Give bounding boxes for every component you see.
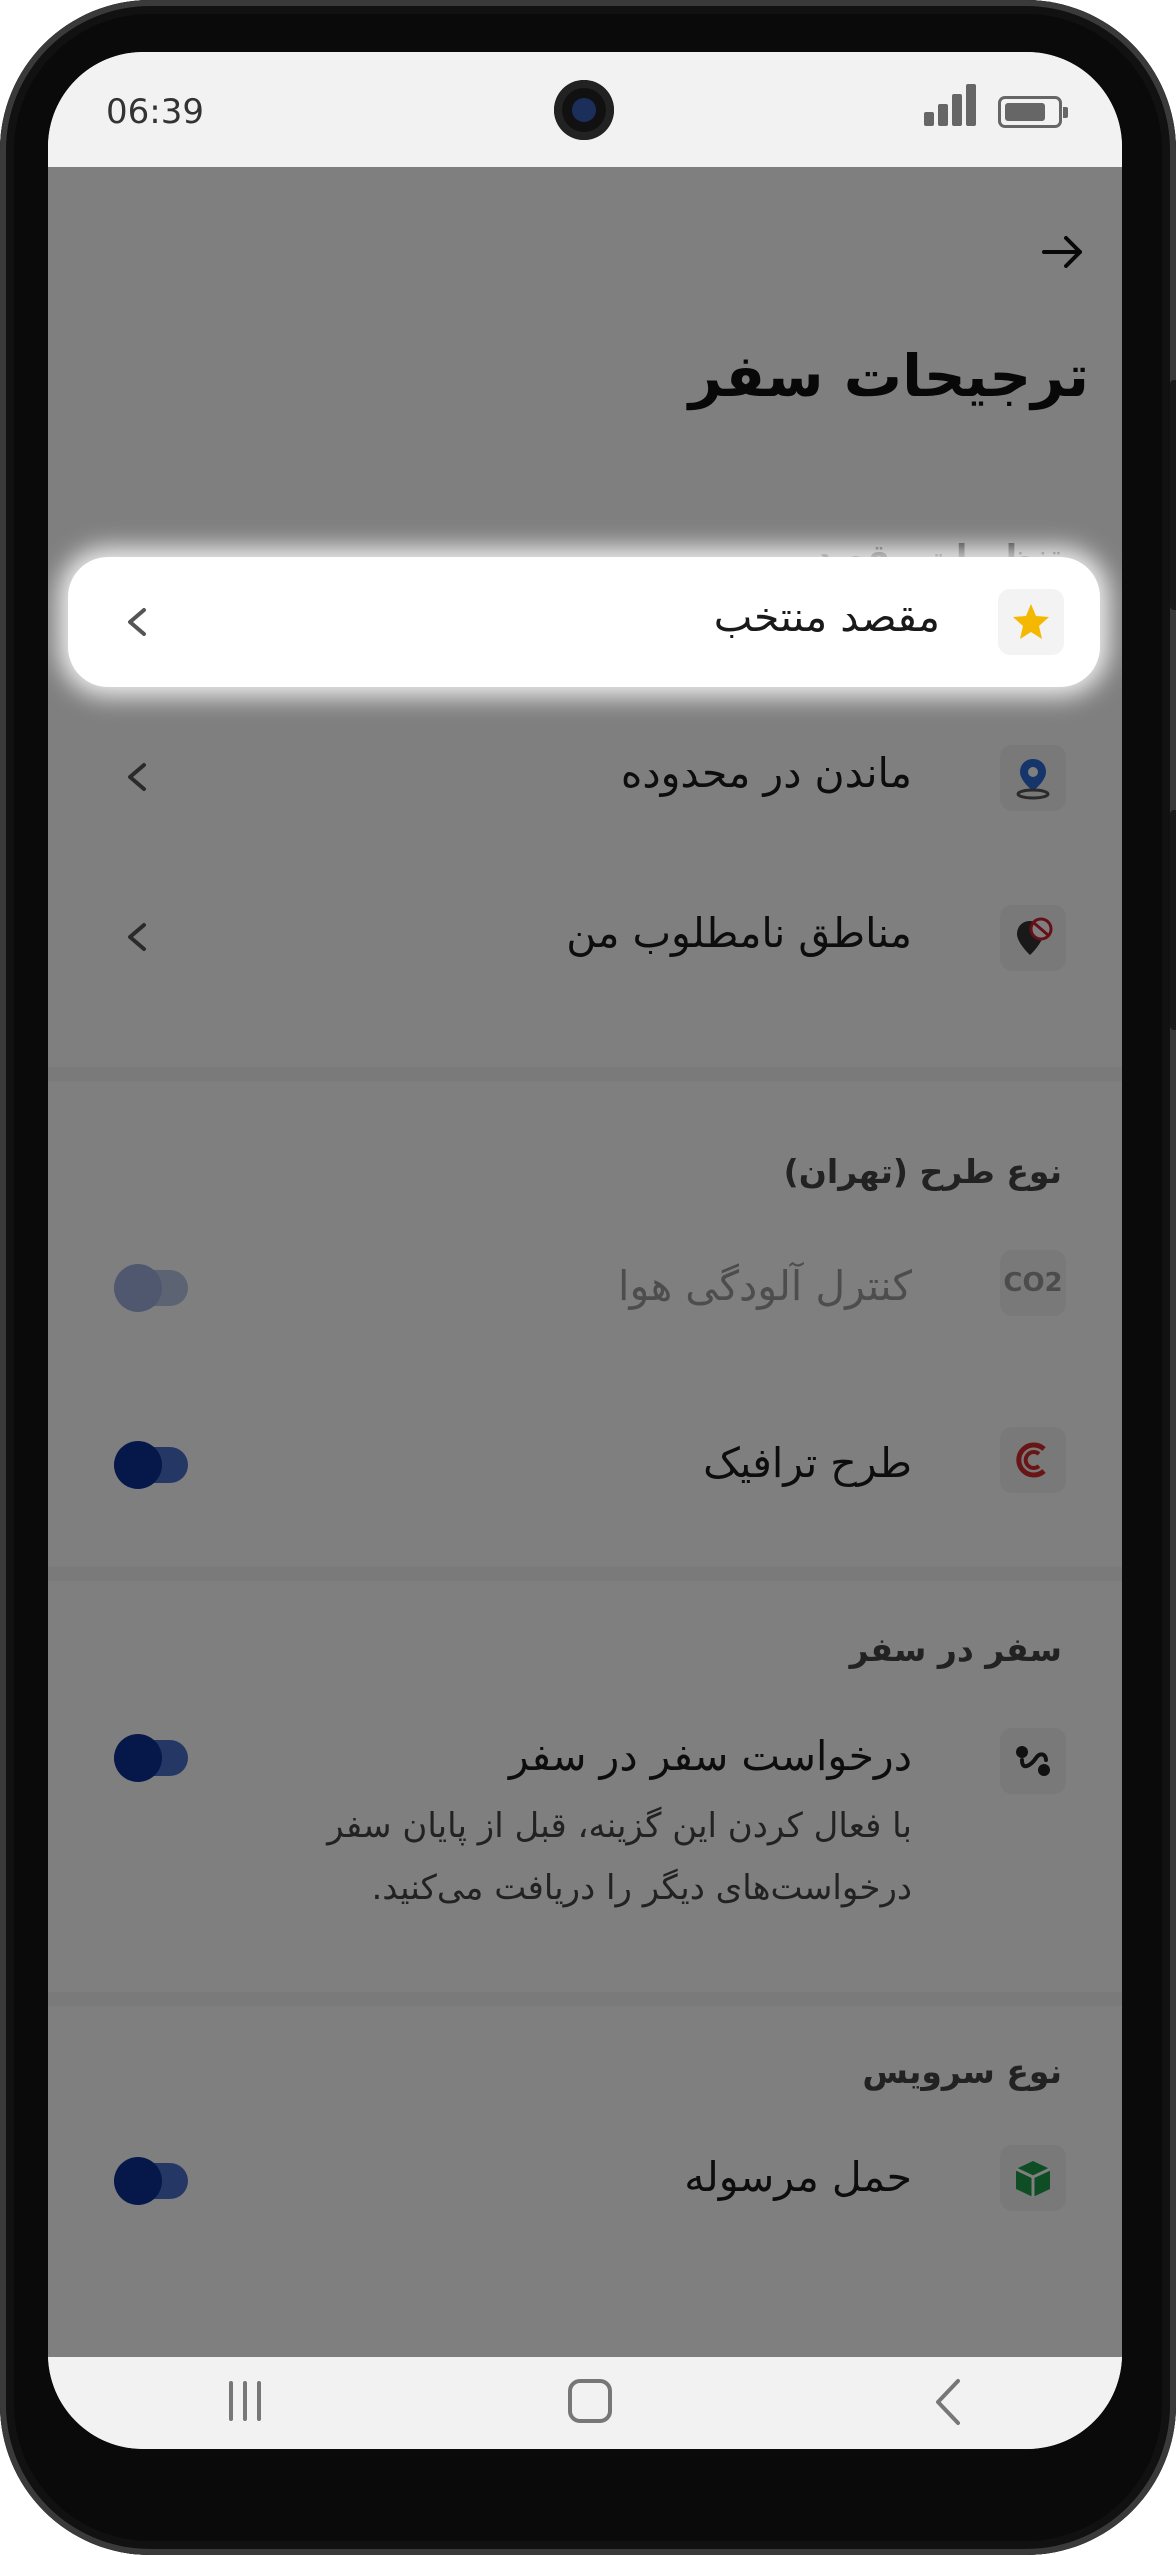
volume-button: [1170, 380, 1176, 610]
power-button: [1170, 810, 1176, 1030]
chevron-left-icon: [128, 763, 146, 791]
star-icon: [998, 589, 1064, 655]
chevron-left-icon: [128, 923, 146, 951]
row-label: ماندن در محدوده: [620, 749, 912, 797]
co2-icon: CO2: [1000, 1250, 1066, 1316]
section-trip-in-trip: سفر در سفر: [849, 1630, 1062, 1669]
section-divider: [48, 1567, 1122, 1581]
trip-request-description: با فعال کردن این گزینه، قبل از پایان سفر…: [327, 1806, 912, 1908]
trip-request-toggle[interactable]: [114, 1734, 188, 1782]
chevron-left-icon: [128, 608, 146, 636]
system-nav-bar: [48, 2357, 1122, 2449]
row-unwanted-areas[interactable]: مناطق نامطلوب من: [68, 877, 1102, 1007]
page-title: ترجیحات سفر: [688, 342, 1089, 410]
status-bar: 06:39: [48, 52, 1122, 167]
section-divider: [48, 1992, 1122, 2006]
traffic-plan-icon: [1000, 1427, 1066, 1493]
pollution-control-toggle: [114, 1264, 188, 1312]
front-camera: [554, 80, 614, 140]
row-label: درخواست سفر در سفر: [508, 1732, 912, 1780]
row-parcel-delivery: حمل مرسوله: [68, 2117, 1102, 2247]
row-stay-in-area[interactable]: ماندن در محدوده: [68, 717, 1102, 847]
row-label: طرح ترافیک: [703, 1439, 912, 1487]
section-service-type: نوع سرویس: [862, 2052, 1062, 2091]
phone-frame: 06:39 ترجیحات سفر تنظیمات مقصد: [0, 0, 1176, 2555]
section-divider: [48, 1067, 1122, 1081]
system-back-icon[interactable]: [926, 2377, 970, 2427]
section-plan-type: نوع طرح (تهران): [783, 1152, 1062, 1191]
screen: 06:39 ترجیحات سفر تنظیمات مقصد: [48, 52, 1122, 2449]
route-icon: [1000, 1728, 1066, 1794]
row-label: حمل مرسوله: [684, 2153, 912, 2201]
travel-preferences-page: ترجیحات سفر تنظیمات مقصد ماندن در محدوده: [48, 167, 1122, 2357]
row-pollution-control: CO2 کنترل آلودگی هوا: [68, 1222, 1102, 1352]
recents-icon[interactable]: [223, 2379, 267, 2423]
parcel-box-icon: [1000, 2145, 1066, 2211]
row-label: مقصد منتخب: [713, 593, 940, 641]
blocked-location-icon: [1000, 905, 1066, 971]
row-favorite-destination[interactable]: مقصد منتخب: [68, 557, 1100, 687]
parcel-delivery-toggle[interactable]: [114, 2157, 188, 2205]
location-pin-icon: [1000, 745, 1066, 811]
row-trip-request: درخواست سفر در سفر با فعال کردن این گزین…: [68, 1700, 1102, 1940]
row-traffic-plan: طرح ترافیک: [68, 1399, 1102, 1529]
status-time: 06:39: [106, 92, 204, 132]
back-arrow-icon[interactable]: [1038, 227, 1088, 277]
signal-icon: [924, 84, 976, 126]
row-label: مناطق نامطلوب من: [566, 909, 912, 957]
battery-icon: [998, 96, 1068, 128]
traffic-plan-toggle[interactable]: [114, 1441, 188, 1489]
home-icon[interactable]: [568, 2379, 612, 2423]
row-label: کنترل آلودگی هوا: [618, 1262, 912, 1310]
